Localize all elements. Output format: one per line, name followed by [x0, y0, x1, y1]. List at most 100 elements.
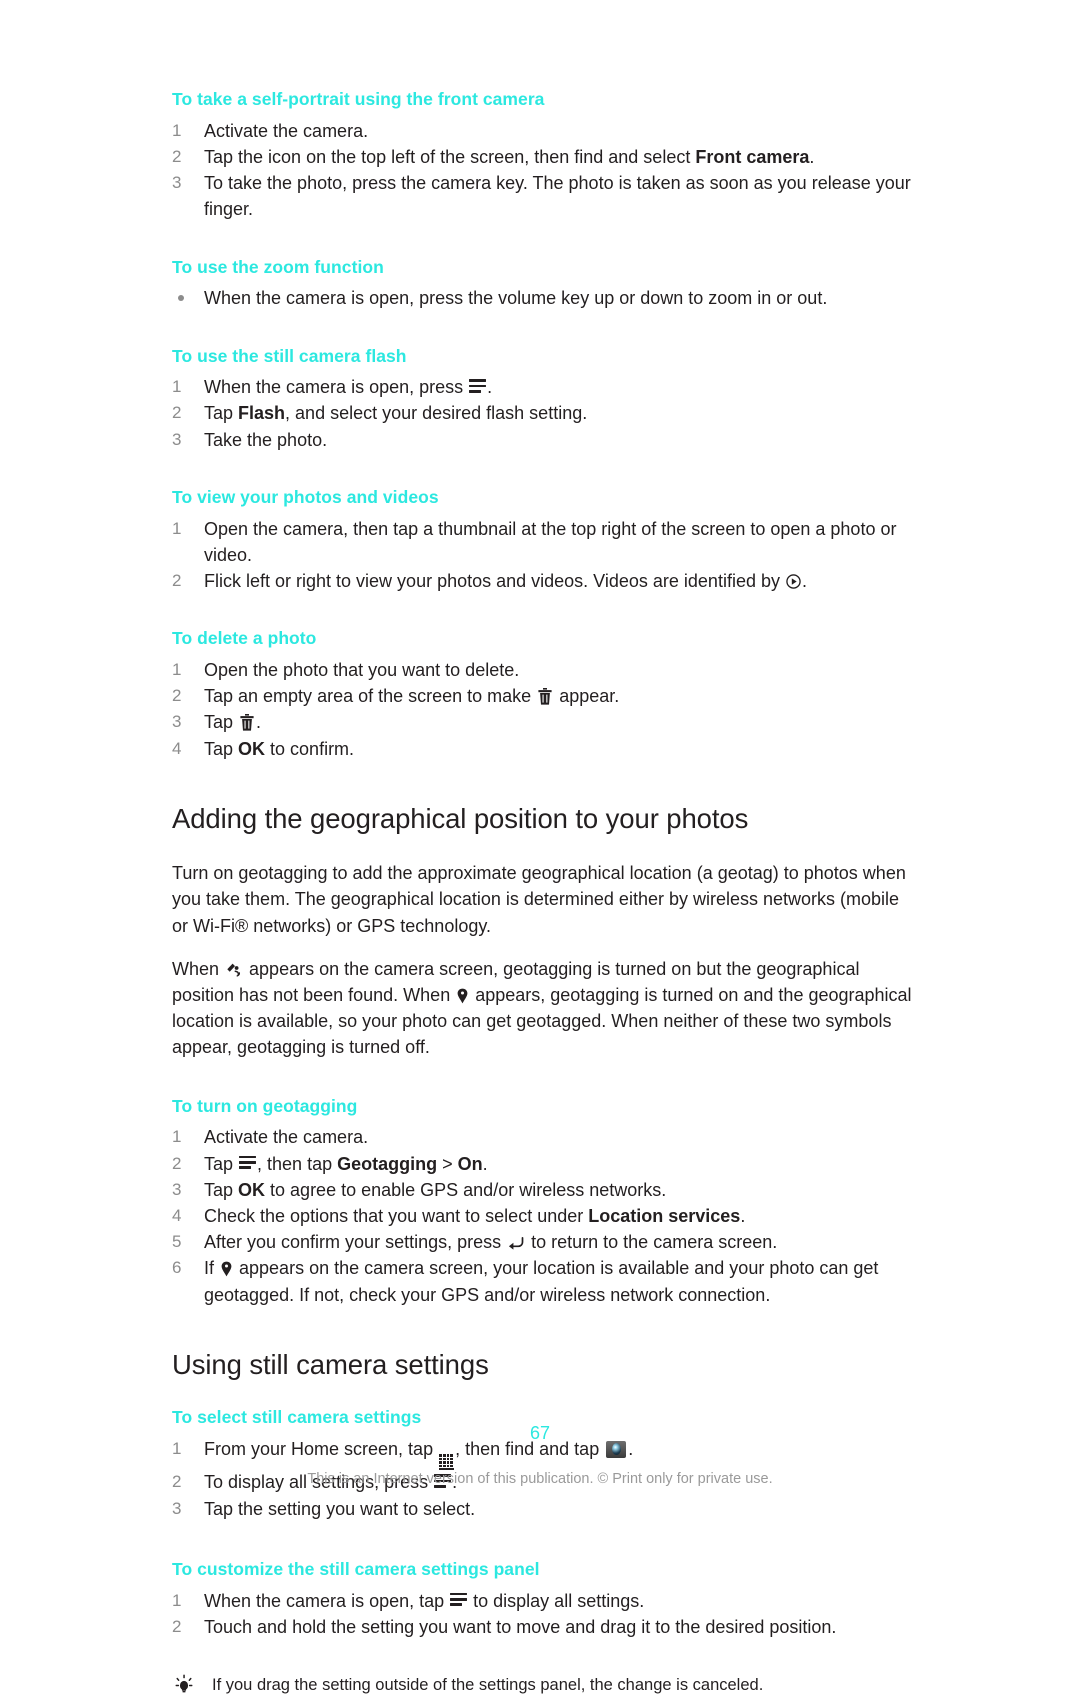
step-number: 3: [172, 1179, 182, 1199]
step-item: 1 Open the camera, then tap a thumbnail a…: [172, 516, 912, 568]
paragraph-geotagging-symbols: When appears on the camera screen, geota…: [172, 958, 912, 1058]
step-item: 4 Check the options that you want to sele…: [172, 1203, 912, 1229]
step-item: 2 Tap the icon on the top left of the scr…: [172, 144, 912, 170]
trash-icon: [240, 714, 254, 731]
location-pin-icon: [457, 988, 468, 1004]
bullet-item: When the camera is open, press the volum…: [172, 285, 912, 311]
emphasis-term: OK: [238, 738, 266, 759]
procedure-title-self-portrait: To take a self-portrait using the front …: [172, 89, 545, 109]
step-number: 2: [172, 686, 182, 706]
step-item: 3 To take the photo, press the camera key…: [172, 170, 912, 222]
step-text: Activate the camera.: [204, 1127, 369, 1148]
play-icon: [786, 574, 801, 589]
step-number: 4: [172, 738, 182, 758]
step-number: 2: [172, 146, 182, 166]
step-number: 2: [172, 1153, 182, 1173]
step-text: Tap OK to confirm.: [204, 738, 355, 759]
step-item: 1 When the camera is open, press .: [172, 374, 912, 400]
page-number: 67: [529, 1423, 551, 1443]
procedure-title-customize-panel: To customize the still camera settings p…: [172, 1558, 540, 1579]
step-text: When the camera is open, press .: [204, 377, 493, 398]
lightbulb-icon: [172, 1674, 196, 1696]
step-item: 3 Tap OK to agree to enable GPS and/or wi…: [172, 1177, 912, 1203]
back-arrow-icon: [508, 1236, 524, 1250]
section-view-photos: To view your photos and videos 1 Open the…: [172, 486, 912, 594]
heading-still-camera-settings: Using still camera settings: [172, 1348, 489, 1380]
step-text: Tap the setting you want to select.: [204, 1498, 476, 1519]
step-text: Flick left or right to view your photos …: [204, 571, 807, 592]
procedure-title-view-photos: To view your photos and videos: [172, 486, 439, 507]
document-page: To take a self-portrait using the front …: [0, 0, 1080, 1694]
bullets-zoom-function: When the camera is open, press the volum…: [172, 285, 912, 311]
app-grid-icon: [439, 1454, 455, 1470]
emphasis-term: Geotagging: [337, 1153, 438, 1174]
step-text: Tap OK to agree to enable GPS and/or wir…: [204, 1179, 667, 1200]
step-text: Touch and hold the setting you want to m…: [204, 1616, 837, 1637]
location-pin-icon: [221, 1261, 232, 1277]
bullet-text: When the camera is open, press the volum…: [204, 288, 828, 309]
tip-note: If you drag the setting outside of the s…: [172, 1673, 912, 1697]
step-item: 3 Take the photo.: [172, 427, 912, 453]
step-item: 5 After you confirm your settings, press …: [172, 1229, 912, 1255]
trash-icon: [538, 688, 552, 705]
step-text: Open the camera, then tap a thumbnail at…: [204, 518, 897, 565]
steps-view-photos: 1 Open the camera, then tap a thumbnail a…: [172, 516, 912, 595]
geotag-searching-icon: [226, 962, 242, 977]
step-number: 3: [172, 712, 182, 732]
procedure-title-zoom-function: To use the zoom function: [172, 256, 384, 277]
steps-delete-photo: 1 Open the photo that you want to delete.…: [172, 657, 912, 762]
menu-icon: [469, 379, 487, 396]
step-number: 3: [172, 429, 182, 449]
step-item: 1 When the camera is open, tap to display…: [172, 1588, 912, 1614]
emphasis-term: Location services: [588, 1205, 741, 1226]
step-number: 1: [172, 1590, 182, 1610]
page-content: To take a self-portrait using the front …: [172, 88, 912, 1697]
step-text: Take the photo.: [204, 429, 328, 450]
step-number: 2: [172, 571, 182, 591]
step-text: When the camera is open, tap to display …: [204, 1590, 645, 1611]
step-number: 1: [172, 518, 182, 538]
step-number: 1: [172, 659, 182, 679]
step-item: 1 Activate the camera.: [172, 1124, 912, 1150]
emphasis-term: Flash: [238, 403, 286, 424]
procedure-title-delete-photo: To delete a photo: [172, 628, 317, 649]
step-item: 1 Activate the camera.: [172, 118, 912, 144]
steps-turn-on-geotagging: 1 Activate the camera. 2 Tap , then tap Geo…: [172, 1124, 912, 1307]
steps-still-flash: 1 When the camera is open, press . 2 Tap Fl…: [172, 374, 912, 453]
step-text: Tap .: [204, 712, 262, 733]
step-text: Check the options that you want to selec…: [204, 1205, 746, 1226]
section-customize-settings-panel: To customize the still camera settings p…: [172, 1558, 912, 1640]
step-number: 3: [172, 173, 182, 193]
steps-self-portrait: 1 Activate the camera. 2 Tap the icon on th…: [172, 118, 912, 223]
procedure-title-turn-on-geotagging: To turn on geotagging: [172, 1095, 358, 1116]
emphasis-term: On: [457, 1153, 483, 1174]
step-text: To take the photo, press the camera key.…: [204, 173, 911, 220]
steps-customize-panel: 1 When the camera is open, tap to display…: [172, 1588, 912, 1640]
step-number: 4: [172, 1205, 182, 1225]
step-number: 1: [172, 1127, 182, 1147]
step-number: 1: [172, 120, 182, 140]
footer-copyright-note: This is an Internet version of this publ…: [307, 1471, 773, 1487]
menu-icon: [450, 1592, 468, 1610]
tip-text: If you drag the setting outside of the s…: [212, 1675, 764, 1694]
step-number: 1: [172, 377, 182, 397]
section-still-flash: To use the still camera flash 1 When the …: [172, 345, 912, 453]
step-item: 2 Tap Flash, and select your desired flas…: [172, 400, 912, 426]
bullet-marker: [178, 295, 184, 302]
step-number: 3: [172, 1498, 182, 1518]
section-self-portrait: To take a self-portrait using the front …: [172, 88, 912, 223]
step-text: Tap Flash, and select your desired flash…: [204, 403, 588, 424]
step-item: 3 Tap the setting you want to select.: [172, 1496, 912, 1522]
step-item: 3 Tap .: [172, 709, 912, 735]
emphasis-term: OK: [238, 1179, 266, 1200]
heading-geographical-position: Adding the geographical position to your…: [172, 802, 749, 834]
menu-icon: [239, 1155, 257, 1173]
step-item: 2 Tap an empty area of the screen to make…: [172, 683, 912, 709]
step-text: After you confirm your settings, press t…: [204, 1232, 778, 1253]
section-turn-on-geotagging: To turn on geotagging 1 Activate the came…: [172, 1095, 912, 1308]
section-zoom-function: To use the zoom function When the camera…: [172, 256, 912, 312]
emphasis-term: Front camera: [695, 146, 810, 167]
step-text: Tap the icon on the top left of the scre…: [204, 146, 815, 167]
step-item: 4 Tap OK to confirm.: [172, 736, 912, 762]
step-text: Activate the camera.: [204, 120, 369, 141]
